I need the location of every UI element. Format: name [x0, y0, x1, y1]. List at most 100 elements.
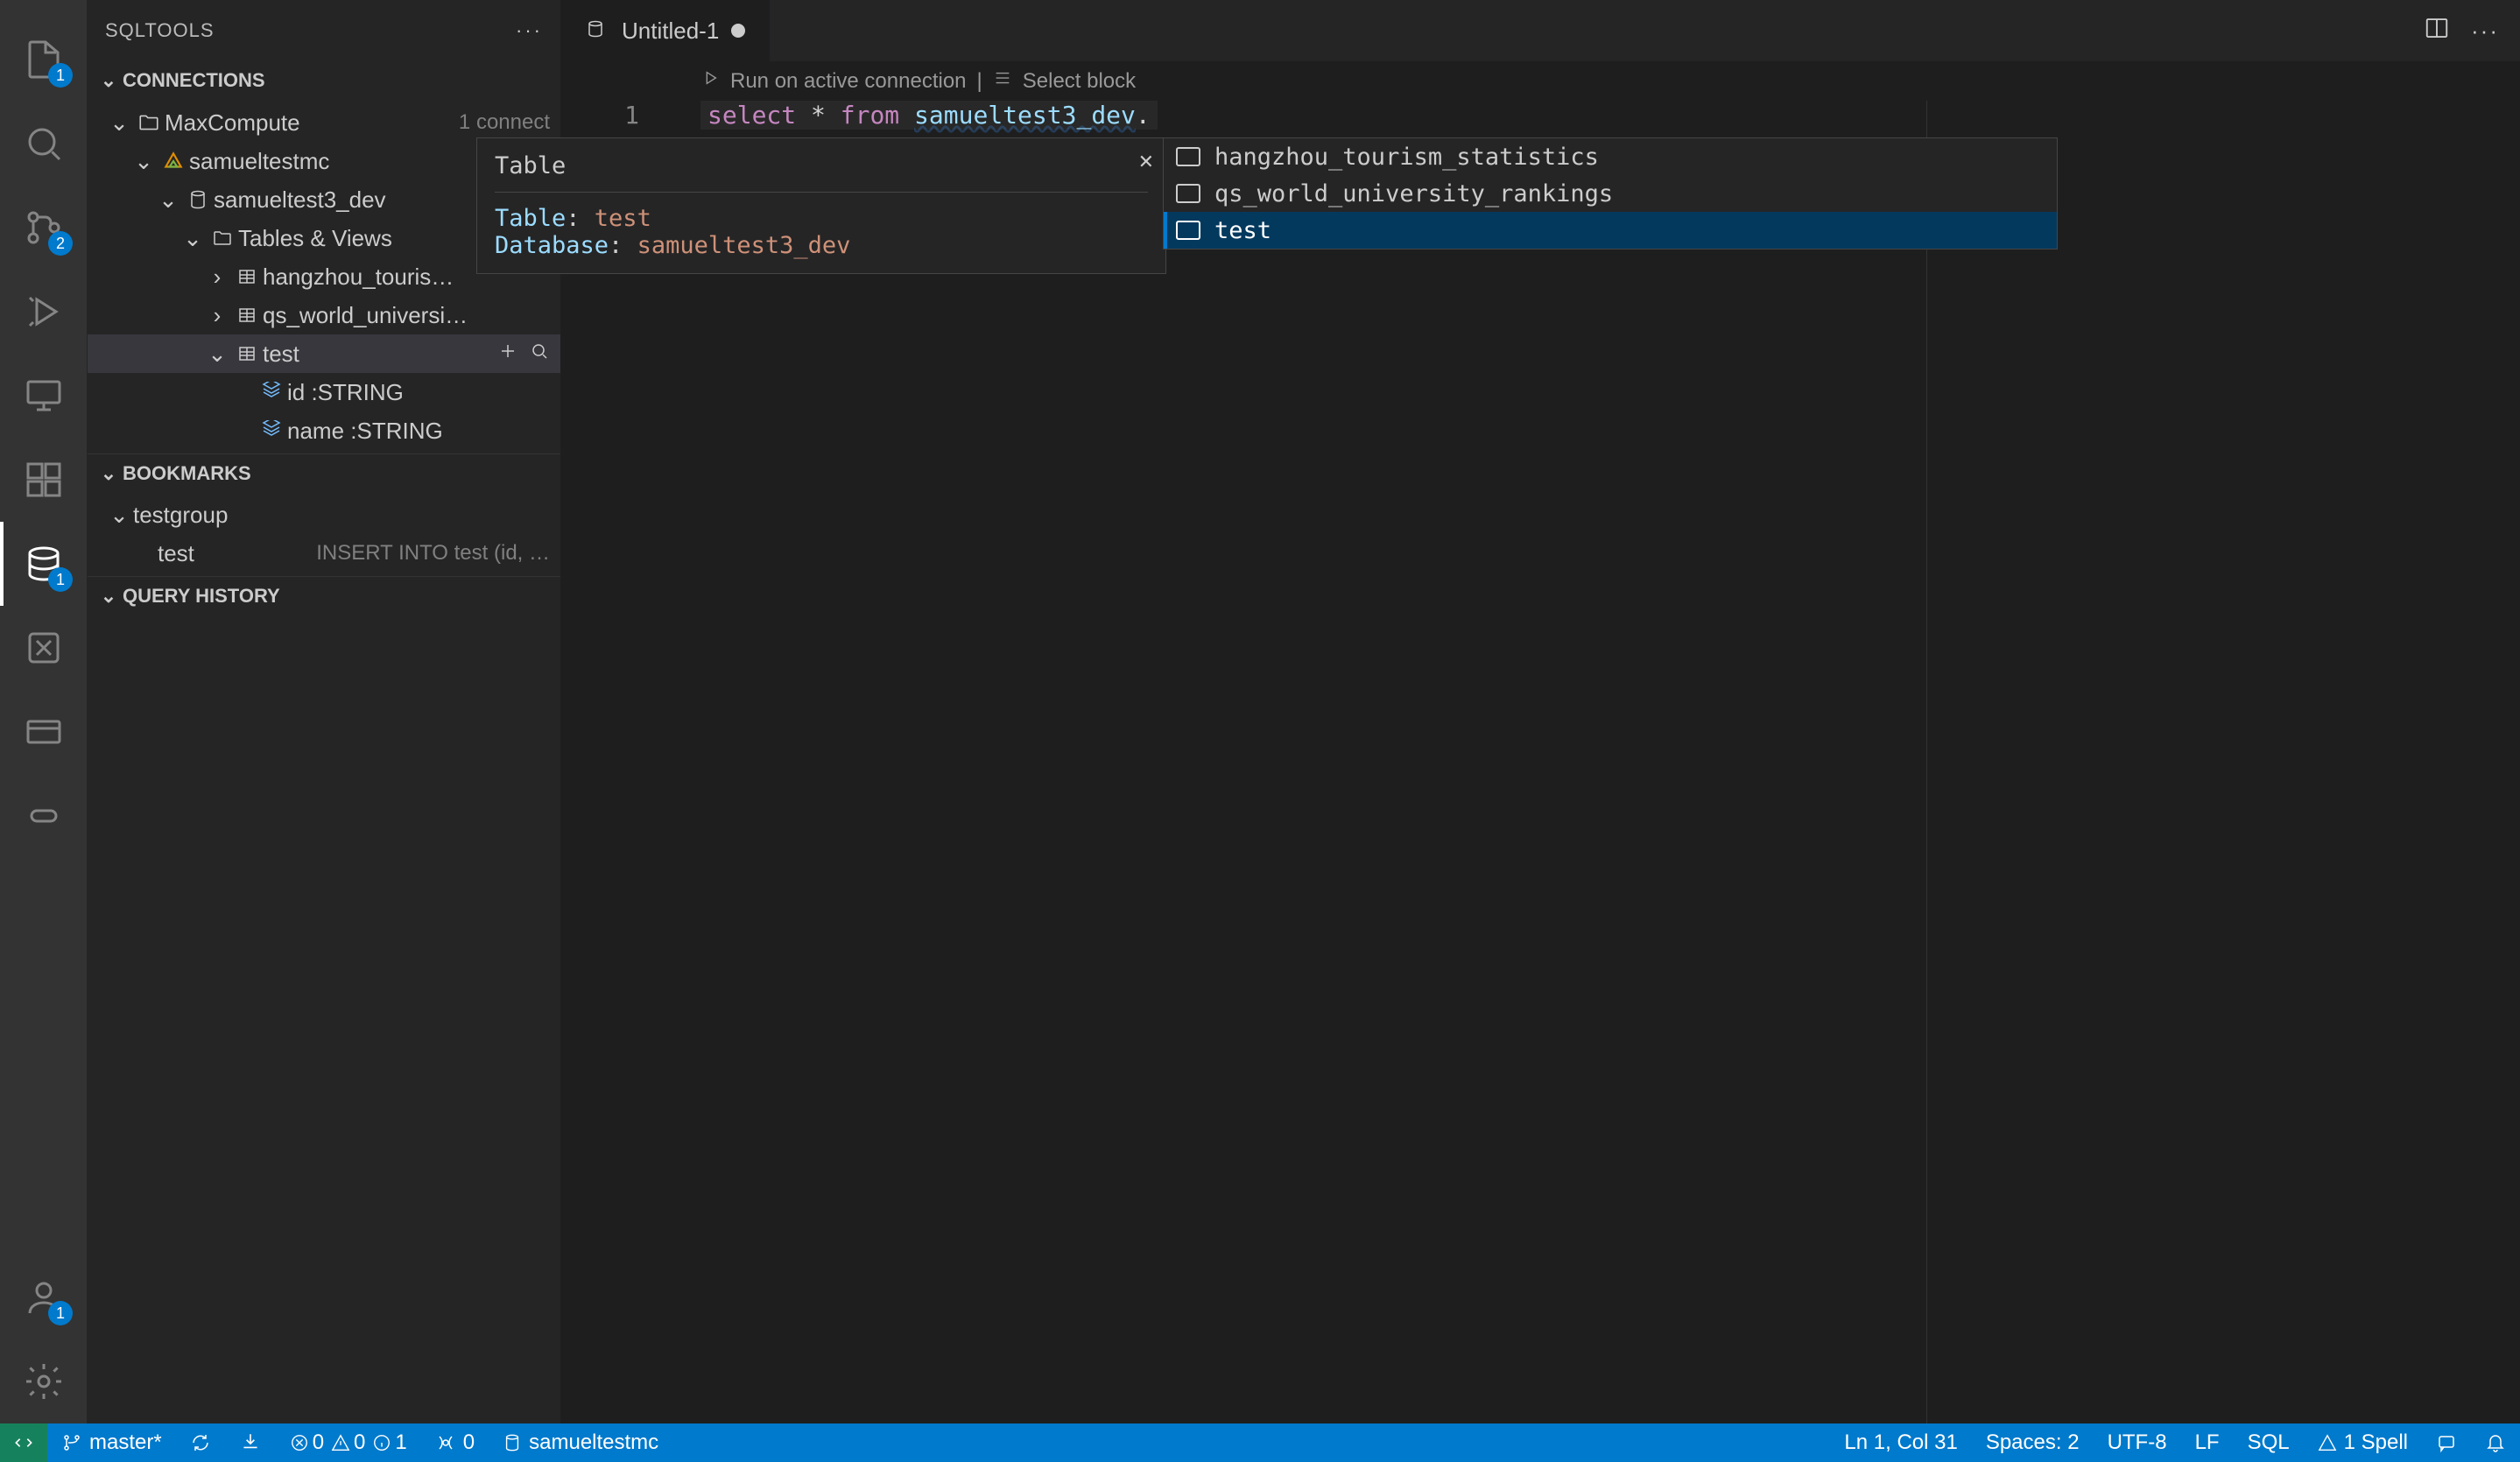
activity-search[interactable] [0, 102, 87, 186]
tree-column-1[interactable]: name :STRING [88, 411, 560, 450]
status-eol[interactable]: LF [2181, 1423, 2234, 1462]
status-errors: 0 [313, 1430, 324, 1455]
status-spaces[interactable]: Spaces: 2 [1972, 1423, 2094, 1462]
tree-column-0[interactable]: id :STRING [88, 373, 560, 411]
status-connection-label: samueltestmc [529, 1430, 658, 1455]
status-remote[interactable] [0, 1423, 47, 1462]
magnify-icon[interactable] [529, 341, 550, 368]
sidebar-title-row: SQLTOOLS ··· [88, 0, 560, 61]
activity-extensions[interactable] [0, 438, 87, 522]
suggest-item-1-label: qs_world_university_rankings [1214, 180, 1613, 207]
suggest-item-1[interactable]: qs_world_university_rankings [1164, 175, 2057, 212]
chevron-down-icon: ⌄ [154, 186, 182, 214]
chevron-right-icon: › [203, 264, 231, 291]
chevron-down-icon: ⌄ [95, 585, 123, 608]
table-icon [231, 305, 263, 326]
struct-icon [1176, 147, 1200, 166]
chevron-down-icon: ⌄ [130, 148, 158, 175]
bookmark-group[interactable]: ⌄ testgroup [88, 496, 560, 534]
doc-db-val: samueltest3_dev [637, 232, 851, 259]
tree-column-0-label: id :STRING [287, 379, 550, 406]
activity-sqltools[interactable]: 1 [0, 522, 87, 606]
activity-run-debug[interactable] [0, 270, 87, 354]
status-bar: master* 0 0 1 0 samueltestmc Ln 1, Col 3… [0, 1423, 2520, 1462]
status-encoding[interactable]: UTF-8 [2094, 1423, 2181, 1462]
play-icon[interactable] [700, 68, 720, 94]
section-query-history[interactable]: ⌄ QUERY HISTORY [88, 576, 560, 615]
bookmark-item-desc: INSERT INTO test (id, … [316, 541, 550, 566]
bookmark-item[interactable]: test INSERT INTO test (id, … [88, 534, 560, 573]
suggest-item-2-label: test [1214, 217, 1271, 244]
status-language[interactable]: SQL [2234, 1423, 2304, 1462]
more-icon[interactable]: ··· [2471, 18, 2499, 45]
ident-db: samueltest3_dev [914, 101, 1136, 130]
sidebar-more-icon[interactable]: ··· [516, 19, 543, 42]
section-connections-label: CONNECTIONS [123, 69, 265, 92]
kw-select: select [707, 101, 796, 130]
maxcompute-icon [158, 150, 189, 172]
suggest-item-0-label: hangzhou_tourism_statistics [1214, 144, 1599, 171]
sidebar-title: SQLTOOLS [105, 19, 215, 42]
chevron-down-icon: ⌄ [95, 462, 123, 485]
suggest-item-0[interactable]: hangzhou_tourism_statistics [1164, 138, 2057, 175]
status-cloud[interactable] [225, 1423, 276, 1462]
doc-db-key: Database [495, 232, 609, 259]
status-problems[interactable]: 0 0 1 [276, 1423, 421, 1462]
split-editor-icon[interactable] [2424, 15, 2450, 47]
codelens-sep: | [977, 69, 982, 94]
folder-icon [133, 111, 165, 134]
editor-area: Untitled-1 ··· Run on active connection … [560, 0, 2520, 1423]
table-icon [231, 343, 263, 364]
folder-icon [207, 228, 238, 249]
activity-remote-explorer[interactable] [0, 354, 87, 438]
codelens-select-block[interactable]: Select block [1023, 69, 1136, 94]
bookmark-item-label: test [158, 540, 307, 567]
section-bookmarks-label: BOOKMARKS [123, 462, 251, 485]
section-query-history-label: QUERY HISTORY [123, 585, 280, 608]
status-ln-col[interactable]: Ln 1, Col 31 [1830, 1423, 1971, 1462]
status-sync[interactable] [176, 1423, 225, 1462]
status-spell[interactable]: 1 Spell [2304, 1423, 2422, 1462]
tree-driver-desc: 1 connect [459, 110, 550, 135]
column-icon [256, 420, 287, 441]
list-icon[interactable] [993, 68, 1012, 94]
code-line-1: select * from samueltest3_dev . [700, 101, 1158, 130]
code-editor[interactable]: 1 select * from samueltest3_dev . ✕ Tabl… [560, 101, 2520, 1423]
status-branch[interactable]: master* [47, 1423, 176, 1462]
chevron-right-icon: › [203, 302, 231, 329]
status-ports[interactable]: 0 [421, 1423, 489, 1462]
tree-driver[interactable]: ⌄ MaxCompute 1 connect [88, 103, 560, 142]
chevron-down-icon: ⌄ [105, 109, 133, 137]
add-icon[interactable] [497, 341, 518, 368]
bookmarks-tree: ⌄ testgroup test INSERT INTO test (id, … [88, 492, 560, 576]
status-feedback[interactable] [2422, 1423, 2471, 1462]
sqltools-badge: 1 [48, 567, 73, 592]
codelens-bar: Run on active connection | Select block [560, 61, 2520, 101]
suggest-item-2[interactable]: test [1164, 212, 2057, 249]
activity-account[interactable]: 1 [0, 1255, 87, 1339]
tree-driver-label: MaxCompute [165, 109, 450, 137]
section-connections[interactable]: ⌄ CONNECTIONS [88, 61, 560, 100]
tree-table-1-label: qs_world_universi… [263, 302, 550, 329]
struct-icon [1176, 184, 1200, 203]
close-icon[interactable]: ✕ [1139, 147, 1153, 174]
suggest-widget: hangzhou_tourism_statistics qs_world_uni… [1163, 137, 2058, 250]
activity-explorer[interactable]: 1 [0, 18, 87, 102]
activity-custom-2[interactable] [0, 690, 87, 774]
tree-table-1[interactable]: › qs_world_universi… [88, 296, 560, 334]
tree-table-2[interactable]: ⌄ test [88, 334, 560, 373]
activity-settings[interactable] [0, 1339, 87, 1423]
section-bookmarks[interactable]: ⌄ BOOKMARKS [88, 453, 560, 492]
codelens-run[interactable]: Run on active connection [730, 69, 967, 94]
status-ports-count: 0 [463, 1430, 475, 1455]
tab-untitled[interactable]: Untitled-1 [560, 0, 771, 61]
activity-custom-3[interactable] [0, 774, 87, 858]
activity-bar: 1 2 1 1 [0, 0, 88, 1423]
status-warnings: 0 [354, 1430, 365, 1455]
bookmark-group-label: testgroup [133, 502, 550, 529]
status-connection[interactable]: samueltestmc [489, 1423, 672, 1462]
status-bell[interactable] [2471, 1423, 2520, 1462]
tree-table-2-label: test [263, 341, 497, 368]
activity-custom-1[interactable] [0, 606, 87, 690]
activity-scm[interactable]: 2 [0, 186, 87, 270]
